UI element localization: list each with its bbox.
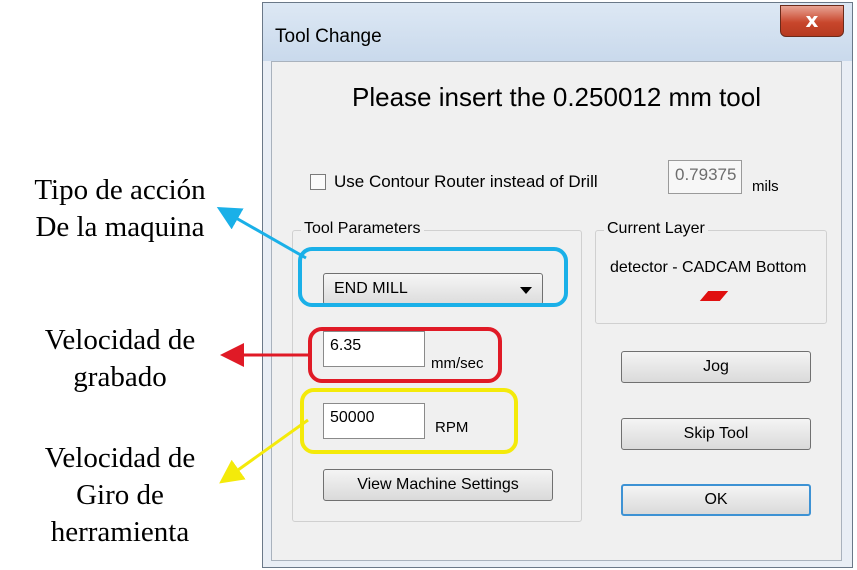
arrow-to-action-type: [216, 207, 307, 260]
annotation-arrows: [216, 207, 310, 484]
arrow-to-spin-speed: [219, 418, 309, 484]
